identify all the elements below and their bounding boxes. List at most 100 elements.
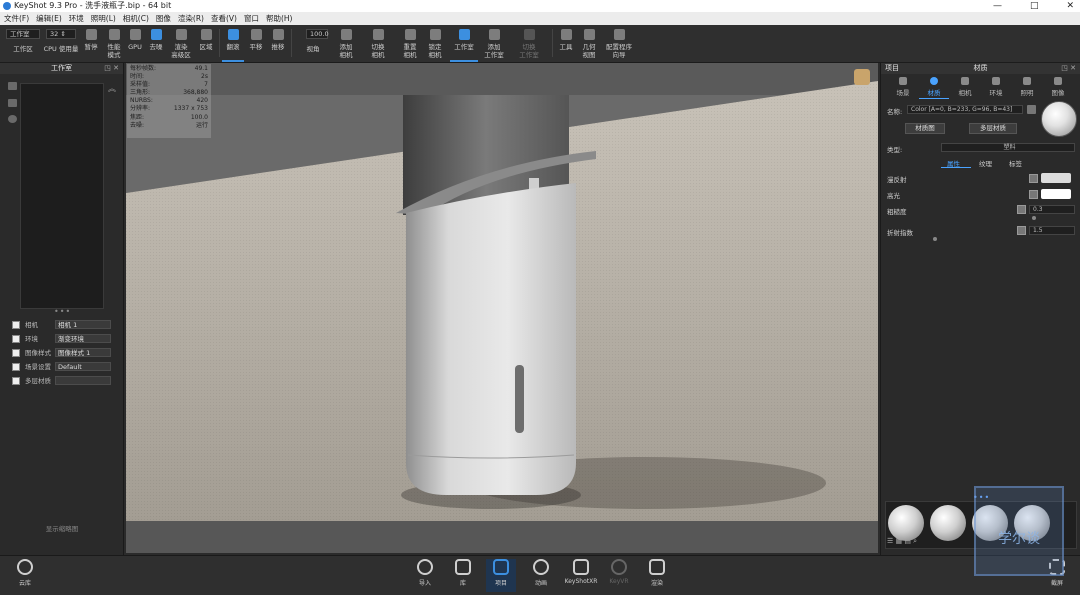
refraction-texture-icon[interactable] [1017, 226, 1026, 235]
menu-environment[interactable]: 环境 [69, 12, 84, 25]
render-layer-label: 渲染 高级区 [171, 43, 191, 59]
scene-settings-checkbox[interactable] [12, 363, 20, 371]
minimize-button[interactable]: — [993, 0, 1002, 12]
float-panel-icon[interactable]: ◳ [1061, 64, 1068, 72]
switch-studio-button[interactable]: 切换 工作室 [514, 25, 544, 62]
tab-environment[interactable]: 环境 [982, 77, 1010, 97]
tab-camera[interactable]: 相机 [951, 77, 979, 97]
gpu-button[interactable]: GPU [126, 25, 144, 62]
diffuse-texture-icon[interactable] [1029, 174, 1038, 183]
switch-camera-button[interactable]: 切换 相机 [366, 25, 390, 62]
pause-button[interactable]: 暂停 [82, 25, 100, 62]
multi-material-checkbox[interactable] [12, 377, 20, 385]
add-studio-icon[interactable] [8, 82, 17, 90]
environment-select[interactable]: 渐变环境 [55, 334, 111, 343]
diffuse-color-swatch[interactable] [1041, 173, 1071, 183]
material-preview-ball[interactable] [1041, 101, 1077, 137]
render-button[interactable]: 渲染 [642, 559, 672, 587]
keyshotxr-button[interactable]: KeyShotXR [564, 559, 598, 585]
studio-list[interactable] [20, 83, 104, 309]
performance-mode-button[interactable]: 性能 模式 [104, 25, 124, 62]
specular-texture-icon[interactable] [1029, 190, 1038, 199]
image-style-select[interactable]: 图像样式 1 [55, 348, 111, 357]
menu-image[interactable]: 图像 [156, 12, 171, 25]
library-material-ball[interactable] [930, 505, 966, 541]
material-graph-button[interactable]: 材质图 [905, 123, 945, 134]
import-button[interactable]: 导入 [410, 559, 440, 587]
close-panel-icon[interactable]: ✕ [1070, 64, 1076, 72]
reset-camera-button[interactable]: 重置 相机 [398, 25, 422, 62]
roughness-input[interactable]: 0.3 [1029, 205, 1075, 214]
multi-material-select[interactable] [55, 376, 111, 385]
keyvr-button[interactable]: KeyVR [604, 559, 634, 585]
image-icon [1054, 77, 1062, 85]
float-panel-icon[interactable]: ◳ [104, 64, 111, 72]
material-name-input[interactable]: Color [A=0, B=233, G=96, B=43] [907, 105, 1023, 114]
lock-camera-button[interactable]: 锁定 相机 [424, 25, 446, 62]
subtab-labels[interactable]: 标签 [1009, 158, 1022, 168]
render-label: 渲染 [650, 580, 663, 587]
material-type-select[interactable]: 塑料 [941, 143, 1075, 152]
project-button[interactable]: 项目 [486, 559, 516, 592]
workspace-select[interactable]: 工作室 [6, 29, 40, 39]
roughness-slider[interactable] [1032, 216, 1036, 220]
tab-lighting[interactable]: 照明 [1013, 77, 1041, 97]
roughness-texture-icon[interactable] [1017, 205, 1026, 214]
save-material-icon[interactable] [1027, 105, 1036, 114]
animation-button[interactable]: 动画 [526, 559, 556, 587]
tab-scene[interactable]: 场景 [889, 77, 917, 97]
pan-button[interactable]: 平移 [246, 25, 266, 62]
bottom-bar: 云库 导入 库 项目 动画 KeyShotXR KeyVR 渲染 截屏 [0, 555, 1080, 595]
menu-camera[interactable]: 相机(C) [123, 12, 149, 25]
camera-select[interactable]: 相机 1 [55, 320, 111, 329]
library-material-ball[interactable] [888, 505, 924, 541]
scene-settings-select[interactable]: Default [55, 362, 111, 371]
resize-handle[interactable]: ••• [54, 307, 71, 316]
studio-button[interactable]: 工作室 [450, 25, 478, 62]
delete-icon[interactable] [8, 99, 17, 107]
stat-resolution-value: 1337 x 753 [173, 105, 208, 113]
maximize-button[interactable]: □ [1030, 0, 1039, 12]
menu-window[interactable]: 窗口 [244, 12, 259, 25]
render-status-icon[interactable] [854, 69, 870, 85]
menu-file[interactable]: 文件(F) [4, 12, 29, 25]
cloud-library-button[interactable]: 云库 [10, 559, 40, 587]
menu-view[interactable]: 查看(V) [211, 12, 237, 25]
camera-checkbox[interactable] [12, 321, 20, 329]
specular-color-swatch[interactable] [1041, 189, 1071, 199]
image-style-checkbox[interactable] [12, 349, 20, 357]
settings-gear-icon[interactable] [8, 115, 17, 123]
library-button[interactable]: 库 [448, 559, 478, 587]
geometry-view-button[interactable]: 几何 视图 [578, 25, 600, 62]
perspective-value-field[interactable]: 100.0 [306, 29, 329, 39]
render-viewport[interactable] [126, 63, 878, 553]
dolly-button[interactable]: 推移 [268, 25, 288, 62]
menu-help[interactable]: 帮助(H) [266, 12, 293, 25]
show-thumbnails-label[interactable]: 显示缩略图 [0, 523, 124, 533]
menu-render[interactable]: 渲染(R) [178, 12, 204, 25]
add-camera-button[interactable]: 添加 相机 [334, 25, 358, 62]
tools-button[interactable]: 工具 [556, 25, 576, 62]
configurator-wizard-button[interactable]: 配置程序 向导 [602, 25, 636, 62]
region-button[interactable]: 区域 [196, 25, 216, 62]
refraction-index-input[interactable]: 1.5 [1029, 226, 1075, 235]
multi-material-button[interactable]: 多层材质 [969, 123, 1017, 134]
tab-material-label: 材质 [927, 89, 941, 97]
tab-material[interactable]: 材质 [920, 77, 948, 97]
workspace-label: 工作区 [13, 45, 33, 53]
tumble-label: 翻滚 [226, 43, 240, 51]
tumble-button[interactable]: 翻滚 [222, 25, 244, 62]
collapse-icon[interactable]: ︽ [108, 83, 116, 94]
environment-checkbox[interactable] [12, 335, 20, 343]
subtab-textures[interactable]: 纹理 [979, 158, 992, 168]
refraction-slider[interactable] [933, 237, 937, 241]
menu-lighting[interactable]: 照明(L) [91, 12, 116, 25]
menu-edit[interactable]: 编辑(E) [36, 12, 62, 25]
tab-image[interactable]: 图像 [1044, 77, 1072, 97]
render-layer-button[interactable]: 渲染 高级区 [168, 25, 194, 62]
close-panel-icon[interactable]: ✕ [113, 64, 119, 72]
close-button[interactable]: ✕ [1066, 0, 1074, 12]
cpu-count-field[interactable]: 32 ⇕ [46, 29, 76, 39]
add-studio-button[interactable]: 添加 工作室 [482, 25, 506, 62]
denoise-button[interactable]: 去噪 [146, 25, 166, 62]
